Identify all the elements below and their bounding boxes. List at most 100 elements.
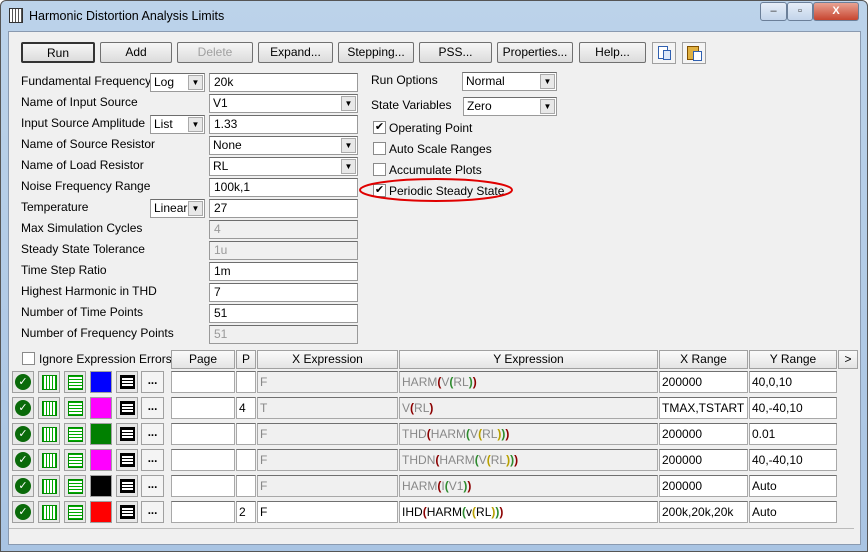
x-expression-cell[interactable]: F — [257, 423, 398, 445]
color-swatch[interactable] — [90, 501, 112, 523]
x-expression-cell[interactable]: F — [257, 501, 398, 523]
field-input[interactable]: 27 — [209, 199, 358, 218]
state-variables-select[interactable]: Zero ▼ — [463, 97, 557, 116]
run-button[interactable]: Run — [21, 42, 95, 63]
y-expression-cell[interactable]: V(RL) — [399, 397, 658, 419]
mode-select[interactable]: Log ▼ — [150, 73, 205, 92]
page-cell[interactable] — [171, 501, 235, 523]
y-range-cell[interactable]: Auto — [749, 475, 837, 497]
y-expression-cell[interactable]: HARM(V(RL)) — [399, 371, 658, 393]
p-cell[interactable] — [236, 449, 256, 471]
y-expression-cell[interactable]: IHD(HARM(v(RL))) — [399, 501, 658, 523]
vertical-grid-icon[interactable] — [38, 475, 60, 497]
p-cell[interactable] — [236, 475, 256, 497]
minimize-button[interactable]: – — [760, 2, 787, 21]
option-checkbox[interactable] — [373, 163, 386, 176]
page-cell[interactable] — [171, 475, 235, 497]
header-y-expression[interactable]: Y Expression — [399, 350, 658, 369]
enable-toggle-icon[interactable]: ✓ — [12, 397, 34, 419]
field-input[interactable]: None ▼ — [209, 136, 358, 155]
field-input[interactable]: 1m — [209, 262, 358, 281]
p-cell[interactable] — [236, 371, 256, 393]
page-cell[interactable] — [171, 423, 235, 445]
p-cell[interactable]: 4 — [236, 397, 256, 419]
field-input[interactable]: RL ▼ — [209, 157, 358, 176]
more-options-button[interactable]: ... — [141, 397, 164, 419]
more-options-button[interactable]: ... — [141, 501, 164, 523]
y-range-cell[interactable]: Auto — [749, 501, 837, 523]
run-options-select[interactable]: Normal ▼ — [462, 72, 557, 91]
horizontal-grid-icon[interactable] — [64, 449, 86, 471]
expand-button[interactable]: Expand... — [258, 42, 333, 63]
maximize-button[interactable]: ▫ — [787, 2, 813, 21]
help-button[interactable]: Help... — [579, 42, 646, 63]
add-button[interactable]: Add — [100, 42, 172, 63]
table-icon[interactable] — [116, 397, 138, 419]
enable-toggle-icon[interactable]: ✓ — [12, 449, 34, 471]
field-input[interactable]: 7 — [209, 283, 358, 302]
page-cell[interactable] — [171, 371, 235, 393]
header-x-expression[interactable]: X Expression — [257, 350, 398, 369]
table-icon[interactable] — [116, 371, 138, 393]
mode-select[interactable]: List ▼ — [150, 115, 205, 134]
y-range-cell[interactable]: 40,-40,10 — [749, 449, 837, 471]
color-swatch[interactable] — [90, 423, 112, 445]
y-range-cell[interactable]: 40,0,10 — [749, 371, 837, 393]
field-input[interactable]: 20k — [209, 73, 358, 92]
field-input[interactable]: 100k,1 — [209, 178, 358, 197]
color-swatch[interactable] — [90, 371, 112, 393]
option-checkbox[interactable] — [373, 142, 386, 155]
p-cell[interactable]: 2 — [236, 501, 256, 523]
header-y-range[interactable]: Y Range — [749, 350, 837, 369]
horizontal-grid-icon[interactable] — [64, 475, 86, 497]
y-expression-cell[interactable]: THDN(HARM(V(RL))) — [399, 449, 658, 471]
header-p[interactable]: P — [236, 350, 256, 369]
x-expression-cell[interactable]: F — [257, 449, 398, 471]
vertical-grid-icon[interactable] — [38, 397, 60, 419]
x-range-cell[interactable]: TMAX,TSTART — [659, 397, 748, 419]
horizontal-grid-icon[interactable] — [64, 423, 86, 445]
horizontal-grid-icon[interactable] — [64, 371, 86, 393]
x-range-cell[interactable]: 200000 — [659, 371, 748, 393]
table-icon[interactable] — [116, 501, 138, 523]
color-swatch[interactable] — [90, 449, 112, 471]
header-page[interactable]: Page — [171, 350, 235, 369]
y-range-cell[interactable]: 40,-40,10 — [749, 397, 837, 419]
paste-icon[interactable] — [682, 42, 706, 64]
close-button[interactable]: X — [813, 2, 859, 21]
x-range-cell[interactable]: 200000 — [659, 423, 748, 445]
p-cell[interactable] — [236, 423, 256, 445]
enable-toggle-icon[interactable]: ✓ — [12, 475, 34, 497]
table-icon[interactable] — [116, 423, 138, 445]
table-icon[interactable] — [116, 475, 138, 497]
vertical-grid-icon[interactable] — [38, 501, 60, 523]
pss-button[interactable]: PSS... — [419, 42, 492, 63]
color-swatch[interactable] — [90, 475, 112, 497]
properties-button[interactable]: Properties... — [497, 42, 573, 63]
horizontal-grid-icon[interactable] — [64, 397, 86, 419]
more-columns-button[interactable]: > — [838, 350, 858, 369]
x-expression-cell[interactable]: F — [257, 371, 398, 393]
y-range-cell[interactable]: 0.01 — [749, 423, 837, 445]
page-cell[interactable] — [171, 397, 235, 419]
field-input[interactable]: 1.33 — [209, 115, 358, 134]
copy-icon[interactable] — [652, 42, 676, 64]
enable-toggle-icon[interactable]: ✓ — [12, 501, 34, 523]
field-input[interactable]: V1 ▼ — [209, 94, 358, 113]
enable-toggle-icon[interactable]: ✓ — [12, 371, 34, 393]
stepping-button[interactable]: Stepping... — [338, 42, 414, 63]
page-cell[interactable] — [171, 449, 235, 471]
x-expression-cell[interactable]: F — [257, 475, 398, 497]
horizontal-grid-icon[interactable] — [64, 501, 86, 523]
mode-select[interactable]: Linear ▼ — [150, 199, 205, 218]
vertical-grid-icon[interactable] — [38, 371, 60, 393]
color-swatch[interactable] — [90, 397, 112, 419]
header-x-range[interactable]: X Range — [659, 350, 748, 369]
field-input[interactable]: 51 — [209, 304, 358, 323]
x-range-cell[interactable]: 200000 — [659, 475, 748, 497]
more-options-button[interactable]: ... — [141, 371, 164, 393]
more-options-button[interactable]: ... — [141, 423, 164, 445]
x-range-cell[interactable]: 200000 — [659, 449, 748, 471]
x-expression-cell[interactable]: T — [257, 397, 398, 419]
enable-toggle-icon[interactable]: ✓ — [12, 423, 34, 445]
